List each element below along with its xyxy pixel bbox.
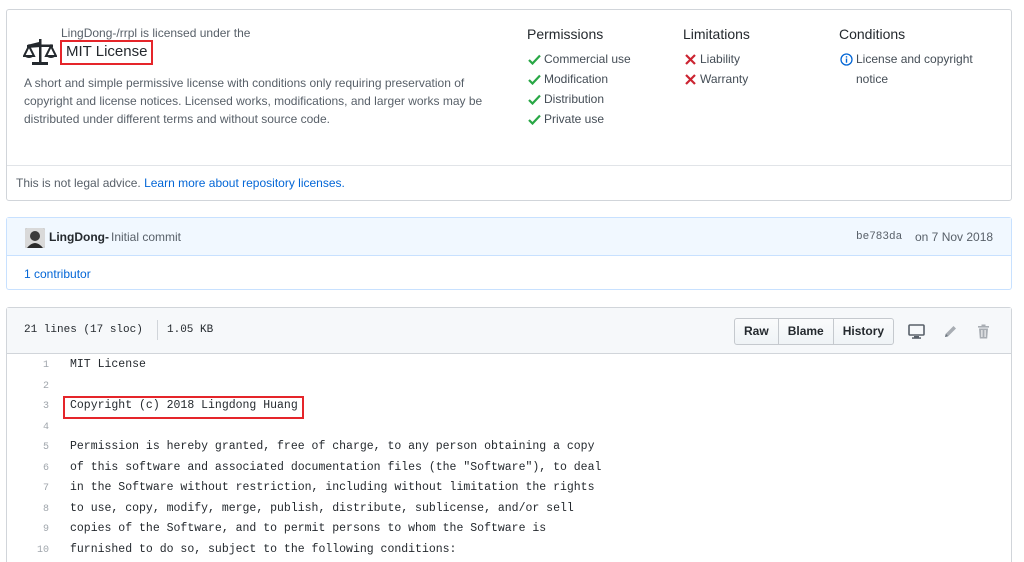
permissions-column: Permissions Commercial use Modification … — [527, 26, 631, 129]
file-line-count: 21 lines (17 sloc) — [24, 324, 143, 336]
license-name: MIT License — [60, 40, 154, 65]
code-line: 2 — [7, 376, 1011, 397]
license-box: LingDong-/rrpl is licensed under the MIT… — [6, 9, 1012, 201]
code-line: 9 copies of the Software, and to permit p… — [7, 519, 1011, 540]
commit-box: LingDong- Initial commit be783da on 7 No… — [6, 217, 1012, 290]
line-content: of this software and associated document… — [70, 460, 602, 474]
line-number[interactable]: 4 — [7, 422, 49, 433]
line-number[interactable]: 6 — [7, 463, 49, 474]
check-icon — [527, 112, 541, 126]
code-line: 8 to use, copy, modify, merge, publish, d… — [7, 499, 1011, 520]
blame-button[interactable]: Blame — [777, 318, 834, 345]
license-description: A short and simple permissive license wi… — [24, 76, 483, 126]
line-number[interactable]: 5 — [7, 442, 49, 453]
line-content: to use, copy, modify, merge, publish, di… — [70, 501, 574, 515]
limitations-column: Limitations Liability Warranty — [683, 26, 750, 89]
licensed-under-text: LingDong-/rrpl is licensed under the — [61, 26, 251, 40]
x-icon — [683, 52, 697, 66]
line-number[interactable]: 9 — [7, 524, 49, 535]
line-number[interactable]: 8 — [7, 504, 49, 515]
check-icon — [527, 52, 541, 66]
avatar[interactable] — [25, 228, 45, 248]
permission-item: Modification — [527, 69, 631, 89]
limitation-item: Liability — [683, 49, 750, 69]
file-box: 21 lines (17 sloc) 1.05 KB Raw Blame His… — [6, 307, 1012, 562]
license-summary: LingDong-/rrpl is licensed under the MIT… — [7, 10, 1011, 165]
x-icon — [683, 72, 697, 86]
permission-item: Private use — [527, 109, 631, 129]
limitation-item: Warranty — [683, 69, 750, 89]
info-icon — [839, 52, 853, 66]
law-scale-icon — [23, 39, 57, 65]
commit-date: on 7 Nov 2018 — [915, 230, 994, 244]
permission-label: Distribution — [544, 92, 605, 106]
line-content: furnished to do so, subject to the follo… — [70, 542, 457, 556]
line-content: in the Software without restriction, inc… — [70, 481, 595, 494]
commit-sha[interactable]: be783da — [856, 231, 902, 243]
pencil-icon[interactable] — [941, 322, 959, 340]
code-line: 4 — [7, 417, 1011, 438]
line-number[interactable]: 3 — [7, 401, 49, 412]
permission-label: Private use — [544, 112, 605, 126]
line-number[interactable]: 2 — [7, 381, 49, 392]
copyright-highlight-box — [63, 396, 304, 419]
legal-advice-text: This is not legal advice. — [16, 176, 141, 190]
trash-icon[interactable] — [974, 322, 992, 340]
commit-message[interactable]: Initial commit — [111, 230, 181, 244]
conditions-column: Conditions License and copyright notice — [839, 26, 986, 89]
code-line: 7 in the Software without restriction, in… — [7, 478, 1011, 499]
condition-label: License and copyright notice — [856, 52, 973, 86]
commit-author[interactable]: LingDong- — [49, 230, 109, 244]
line-number[interactable]: 10 — [7, 545, 49, 556]
raw-button[interactable]: Raw — [734, 318, 779, 345]
line-content: copies of the Software, and to permit pe… — [70, 522, 547, 535]
code-line: 5 Permission is hereby granted, free of c… — [7, 437, 1011, 458]
permission-label: Commercial use — [544, 52, 631, 66]
code-line: 6 of this software and associated documen… — [7, 458, 1011, 479]
limitations-title: Limitations — [683, 26, 750, 42]
conditions-title: Conditions — [839, 26, 906, 42]
contributors-link[interactable]: 1 contributor — [24, 267, 91, 281]
file-header: 21 lines (17 sloc) 1.05 KB Raw Blame His… — [7, 308, 1011, 354]
code-line: 1 MIT License — [7, 355, 1011, 376]
desktop-icon[interactable] — [907, 322, 925, 340]
file-actions: Raw Blame History — [734, 318, 895, 345]
divider — [157, 320, 158, 340]
limitation-label: Liability — [700, 52, 741, 66]
permission-item: Commercial use — [527, 49, 631, 69]
permission-item: Distribution — [527, 89, 631, 109]
line-content: Permission is hereby granted, free of ch… — [70, 440, 595, 453]
limitation-label: Warranty — [700, 72, 749, 86]
line-number[interactable]: 1 — [7, 360, 49, 371]
code-view: 1 MIT License 2 3 Copyright (c) 2018 Lingd… — [7, 355, 1011, 562]
check-icon — [527, 92, 541, 106]
license-footer: This is not legal advice. Learn more abo… — [7, 165, 1011, 201]
code-line: 10 furnished to do so, subject to the fol… — [7, 540, 1011, 561]
line-number[interactable]: 7 — [7, 483, 49, 494]
permission-label: Modification — [544, 72, 609, 86]
condition-item: License and copyright notice — [839, 49, 986, 89]
history-button[interactable]: History — [832, 318, 895, 345]
latest-commit-bar: LingDong- Initial commit be783da on 7 No… — [7, 218, 1011, 256]
file-size: 1.05 KB — [167, 324, 214, 336]
permissions-title: Permissions — [527, 26, 604, 42]
check-icon — [527, 72, 541, 86]
learn-more-link[interactable]: Learn more about repository licenses. — [144, 176, 345, 190]
line-content: MIT License — [70, 358, 146, 371]
